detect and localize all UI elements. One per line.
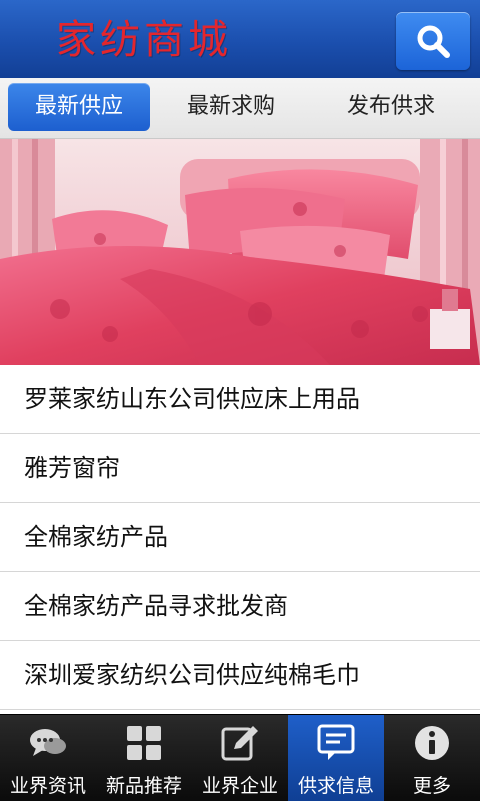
app-title: 家纺商城 <box>56 17 232 63</box>
nav-label: 更多 <box>412 775 451 797</box>
list-item[interactable]: 全棉家纺产品 <box>0 503 480 572</box>
nav-label: 业界企业 <box>201 775 278 797</box>
search-icon <box>417 25 450 58</box>
info-icon <box>415 726 449 760</box>
nav-industry-news[interactable]: 业界资讯 <box>0 715 96 801</box>
chat-bubbles-icon <box>30 729 66 756</box>
tab-bar: 最新供应 最新求购 发布供求 <box>0 78 480 139</box>
nav-label: 业界资讯 <box>9 775 86 797</box>
bedding-illustration <box>0 139 480 365</box>
tab-publish-request[interactable]: 发布供求 <box>320 83 462 131</box>
banner-image[interactable] <box>0 139 480 365</box>
bottom-nav: 业界资讯 新品推荐 业界企业 供求信息 更多 <box>0 714 480 801</box>
search-button[interactable] <box>396 12 470 70</box>
grid-icon <box>127 726 161 760</box>
nav-industry-companies[interactable]: 业界企业 <box>192 715 288 801</box>
list-item[interactable]: 全棉家纺产品寻求批发商 <box>0 572 480 641</box>
edit-icon <box>221 726 258 761</box>
nav-supply-info[interactable]: 供求信息 <box>288 715 384 801</box>
list-item[interactable]: 雅芳窗帘 <box>0 434 480 503</box>
list-item[interactable]: 深圳爱家纺织公司供应纯棉毛巾 <box>0 641 480 710</box>
tab-latest-purchase[interactable]: 最新求购 <box>160 83 302 131</box>
nav-more[interactable]: 更多 <box>384 715 480 801</box>
list-item[interactable]: 罗莱家纺山东公司供应床上用品 <box>0 365 480 434</box>
message-icon <box>317 724 355 760</box>
nav-label: 供求信息 <box>297 775 374 797</box>
nav-new-products[interactable]: 新品推荐 <box>96 715 192 801</box>
tab-latest-supply[interactable]: 最新供应 <box>8 83 150 131</box>
nav-label: 新品推荐 <box>105 775 182 797</box>
app-header: 家纺商城 <box>0 0 480 78</box>
supply-list: 罗莱家纺山东公司供应床上用品 雅芳窗帘 全棉家纺产品 全棉家纺产品寻求批发商 深… <box>0 365 480 710</box>
